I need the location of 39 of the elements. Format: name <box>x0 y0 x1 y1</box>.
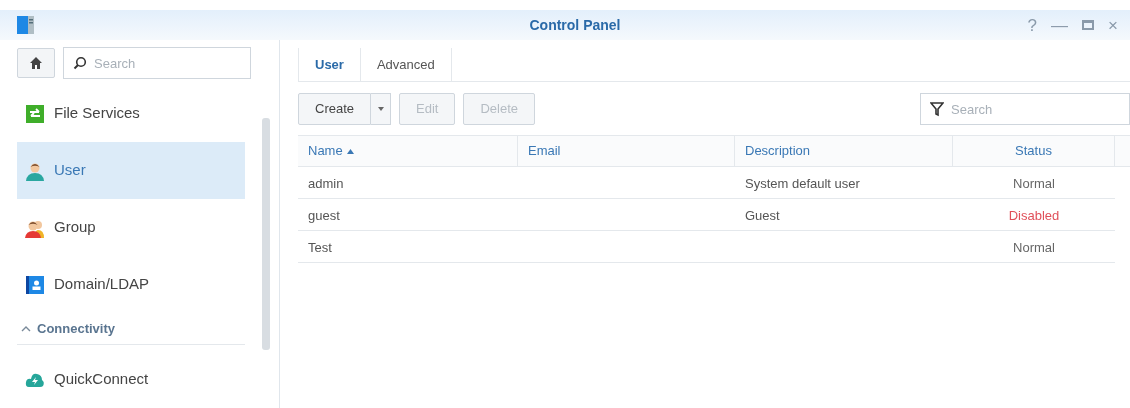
scrollbar[interactable] <box>262 118 270 350</box>
help-button[interactable]: ? <box>1027 16 1038 34</box>
sort-arrow-icon[interactable] <box>346 148 354 154</box>
home-icon <box>29 56 43 70</box>
sidebar-item[interactable]: Domain/LDAP <box>17 256 245 313</box>
section-heading: Connectivity <box>37 319 115 338</box>
toolbar-button[interactable]: Create <box>298 93 372 125</box>
app-logo-icon <box>17 15 35 35</box>
search-icon <box>73 56 87 70</box>
tab[interactable]: Advanced <box>360 48 452 82</box>
status-text: Normal <box>1013 175 1055 191</box>
sidebar-item[interactable]: Group <box>17 199 245 256</box>
search-field[interactable]: Search <box>63 47 251 79</box>
column-header[interactable]: Name <box>308 141 343 161</box>
sidebar-item[interactable]: File Services <box>17 85 245 142</box>
maximize-icon[interactable] <box>1082 20 1095 30</box>
close-button[interactable]: × <box>1108 16 1118 34</box>
tab[interactable]: User <box>298 48 361 82</box>
status-text: Normal <box>1013 239 1055 255</box>
table-cell: Guest <box>745 207 780 223</box>
table-cell: guest <box>308 207 340 223</box>
caret-icon <box>377 107 384 111</box>
window-title: Control Panel <box>528 15 622 35</box>
filter-icon <box>930 101 944 117</box>
column-header[interactable]: Description <box>745 141 811 161</box>
filter-field[interactable]: Search <box>920 93 1130 125</box>
sidebar-item[interactable]: User <box>17 142 245 199</box>
table-cell: admin <box>308 175 344 191</box>
minimize-button[interactable]: — <box>1051 16 1069 34</box>
contact-book-icon <box>25 274 45 295</box>
column-header[interactable]: Status <box>1015 141 1052 161</box>
sidebar-item[interactable]: QuickConnect <box>17 351 245 408</box>
status-text: Disabled <box>1008 207 1060 223</box>
table-cell: System default user <box>745 175 860 191</box>
arrows-icon <box>25 103 45 124</box>
table-cell: Test <box>308 239 332 255</box>
home-button[interactable] <box>17 48 55 78</box>
chevron-icon[interactable] <box>21 324 31 333</box>
column-header[interactable]: Email <box>528 141 561 161</box>
